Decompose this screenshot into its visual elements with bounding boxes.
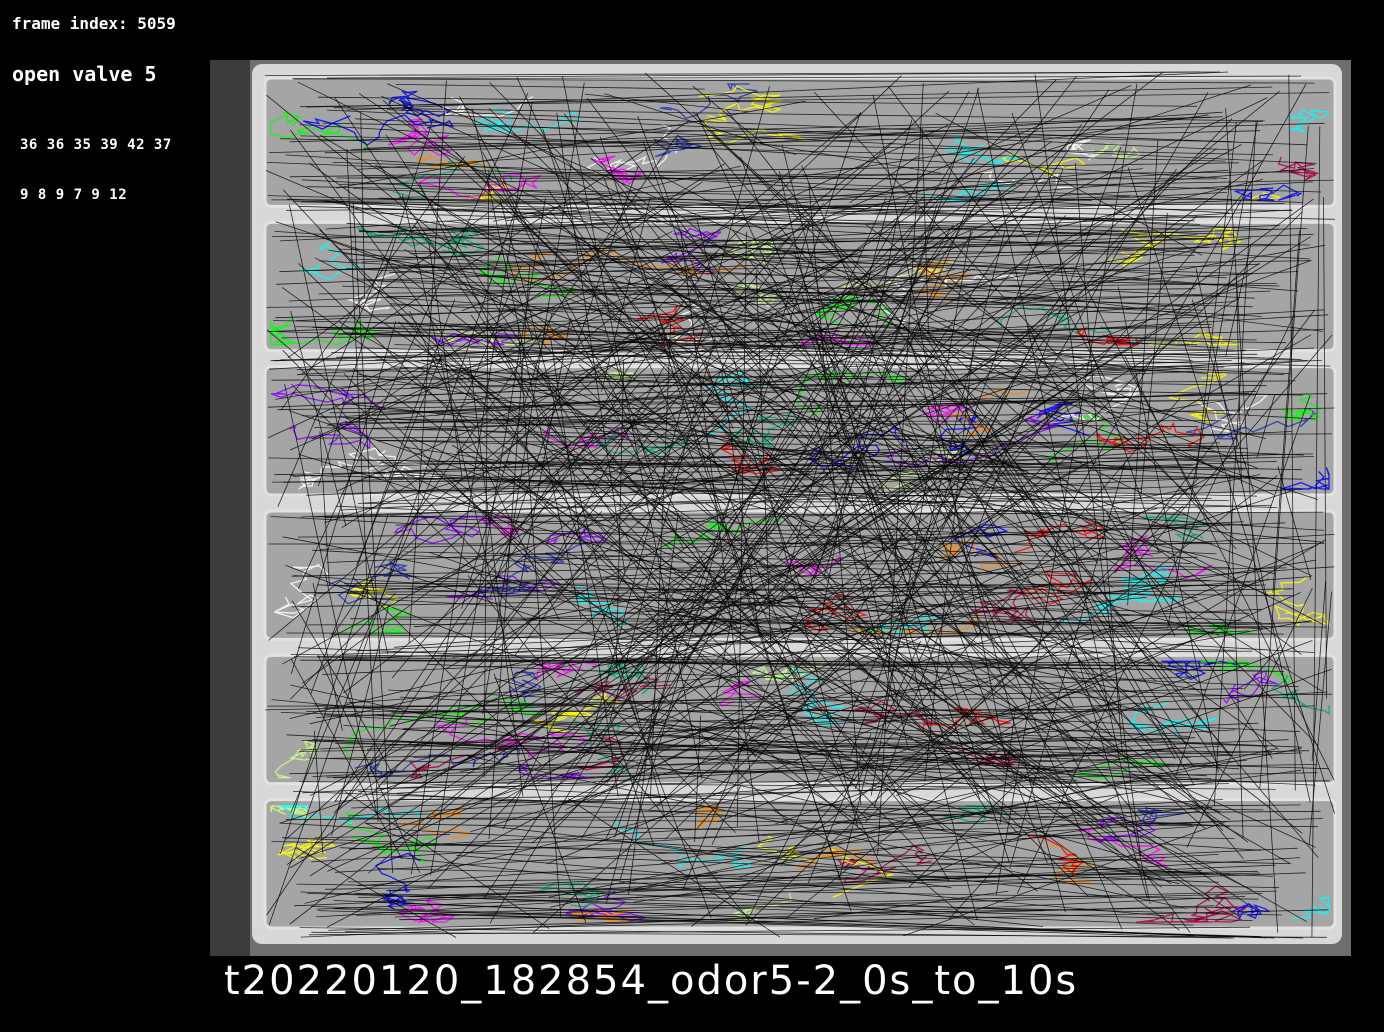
arena-left-shadow: [210, 60, 250, 956]
valve-status-label: open valve 5: [12, 62, 157, 86]
video-caption: t20220120_182854_odor5-2_0s_to_10s: [224, 958, 1079, 1004]
lane-counts-row-2: 9 8 9 7 9 12: [20, 187, 128, 203]
lane-counts-row-1: 36 36 35 39 42 37: [20, 137, 172, 153]
frame-index-label: frame index: 5059: [12, 14, 176, 33]
arena-image: [210, 60, 1351, 956]
